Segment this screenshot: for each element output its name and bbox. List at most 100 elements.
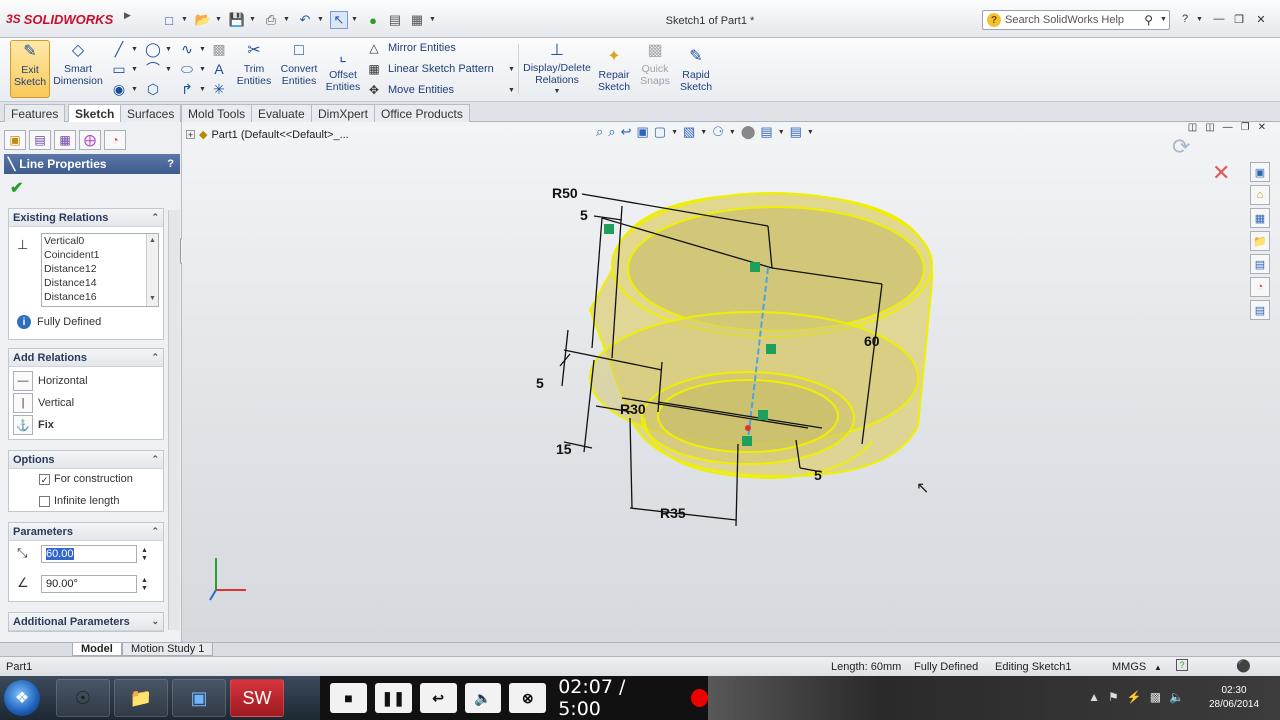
spline-dropdown-icon[interactable]: ▼ — [199, 46, 206, 53]
smart-dimension-button[interactable]: ◇ Smart Dimension — [52, 40, 104, 98]
print-dropdown-icon[interactable]: ▼ — [283, 16, 290, 23]
dim-r50[interactable]: R50 — [552, 185, 578, 201]
quick-snaps-button[interactable]: ▩ Quick Snaps — [636, 40, 674, 98]
for-construction-checkbox[interactable]: ✓ — [39, 473, 50, 485]
model-view[interactable]: R50 5 60 5 R30 15 5 R35 — [182, 122, 1280, 642]
ok-check-icon[interactable]: ✔ — [10, 178, 23, 198]
circle-icon[interactable]: ◯ — [142, 40, 164, 58]
close-icon[interactable]: ✕ — [1252, 11, 1270, 27]
mirror-entities-button[interactable]: △ Mirror Entities — [366, 38, 455, 58]
pause-button[interactable]: ❚❚ — [374, 683, 412, 713]
text-icon[interactable]: A — [208, 60, 230, 78]
menu-expand-icon[interactable]: ▶ — [124, 10, 134, 30]
options-header[interactable]: Options ⌃ — [9, 451, 163, 469]
infinite-length-option[interactable]: Infinite length — [39, 495, 119, 507]
vertical-marker[interactable] — [766, 344, 776, 354]
power-icon[interactable]: ⚡ — [1127, 690, 1142, 704]
add-vertical-relation[interactable]: | Vertical — [13, 393, 74, 413]
collapse-icon[interactable]: ⌃ — [151, 454, 159, 465]
offset-entities-button[interactable]: ⌞ Offset Entities — [322, 46, 364, 104]
line-icon[interactable]: ╱ — [108, 40, 130, 58]
add-fix-relation[interactable]: ⚓ Fix — [13, 415, 54, 435]
stop-button[interactable]: ■ — [330, 683, 367, 713]
angle-spinner[interactable]: ▲ ▼ — [141, 577, 148, 593]
polygon-icon[interactable]: ⬡ — [142, 80, 164, 98]
linear-sketch-pattern-button[interactable]: ▦ Linear Sketch Pattern — [366, 59, 493, 79]
angle-field[interactable]: 90.00° — [41, 575, 137, 593]
list-item[interactable]: Distance16 — [44, 290, 158, 304]
save-icon[interactable]: 💾 — [228, 11, 246, 29]
move-dropdown-icon[interactable]: ▼ — [508, 87, 515, 94]
line-dropdown-icon[interactable]: ▼ — [131, 46, 138, 53]
coincident-marker[interactable] — [750, 262, 760, 272]
circle-dropdown-icon[interactable]: ▼ — [165, 46, 172, 53]
expand-icon[interactable]: ⌄ — [151, 616, 159, 627]
pattern-dropdown-icon[interactable]: ▼ — [508, 66, 515, 73]
volume-button[interactable]: 🔈 — [464, 683, 502, 713]
length-spinner[interactable]: ▲ ▼ — [141, 547, 148, 563]
network-taskbar-icon[interactable]: ▣ — [172, 679, 226, 717]
rapid-sketch-button[interactable]: ✎ Rapid Sketch — [676, 46, 716, 104]
slot-dropdown-icon[interactable]: ▼ — [131, 86, 138, 93]
new-document-icon[interactable]: □ — [160, 11, 178, 29]
length-field[interactable]: 60.00 — [41, 545, 137, 563]
display-delete-relations-button[interactable]: ⊥ Display/Delete Relations ▼ — [522, 40, 592, 98]
graphics-area[interactable]: + ◆ Part1 (Default<<Default>_... ⌕ ⌕ ↩ ▣… — [182, 122, 1280, 642]
fillet-dropdown-icon[interactable]: ▼ — [199, 86, 206, 93]
infinite-length-checkbox[interactable] — [39, 495, 50, 507]
list-item[interactable]: Distance12 — [44, 262, 158, 276]
relations-dropdown-icon[interactable]: ▼ — [554, 86, 561, 98]
tab-evaluate[interactable]: Evaluate — [251, 104, 312, 122]
options-icon[interactable]: ▦ — [408, 11, 426, 29]
tab-surfaces[interactable]: Surfaces — [120, 104, 182, 122]
rebuild-traffic-light-icon[interactable]: ● — [364, 11, 382, 29]
volume-icon[interactable]: 🔈 — [1169, 690, 1184, 704]
slot-icon[interactable]: ◉ — [108, 80, 130, 98]
status-units[interactable]: MMGS — [1112, 661, 1146, 673]
dim-sixty[interactable]: 60 — [864, 333, 880, 349]
list-item[interactable]: Vertical0 — [44, 234, 158, 248]
collapse-icon[interactable]: ⌃ — [151, 352, 159, 363]
dim-five-top[interactable]: 5 — [580, 207, 588, 223]
display-manager-icon[interactable]: ◔ — [104, 130, 126, 150]
dim-five-right[interactable]: 5 — [814, 467, 822, 483]
chrome-taskbar-icon[interactable]: ☉ — [56, 679, 110, 717]
undo-icon[interactable]: ↶ — [296, 11, 314, 29]
select-dropdown-icon[interactable]: ▼ — [351, 16, 358, 23]
help-icon[interactable]: ? — [167, 158, 174, 170]
tab-dimxpert[interactable]: DimXpert — [311, 104, 376, 122]
move-entities-button[interactable]: ✥ Move Entities — [366, 80, 454, 100]
tab-office-products[interactable]: Office Products — [374, 104, 470, 122]
dimxpert-manager-icon[interactable]: ⨁ — [79, 130, 101, 150]
list-item[interactable]: Distance14 — [44, 276, 158, 290]
tab-sketch[interactable]: Sketch — [68, 104, 122, 123]
tab-model[interactable]: Model — [72, 643, 122, 656]
fillet-icon[interactable]: ↱ — [176, 80, 198, 98]
print-icon[interactable]: ⎙ — [262, 11, 280, 29]
help-dropdown-icon[interactable]: ▼ — [1196, 16, 1203, 23]
tag-icon[interactable]: ⚫ — [1236, 659, 1251, 673]
restore-icon[interactable]: ❐ — [1230, 11, 1248, 27]
existing-relations-list[interactable]: Vertical0 Coincident1 Distance12 Distanc… — [41, 233, 159, 307]
status-help-icon[interactable]: ? — [1176, 659, 1188, 671]
rectangle-icon[interactable]: ▭ — [108, 60, 130, 78]
help-icon[interactable]: ? — [1176, 11, 1194, 27]
dim-fifteen[interactable]: 15 — [556, 441, 572, 457]
open-dropdown-icon[interactable]: ▼ — [215, 16, 222, 23]
add-horizontal-relation[interactable]: — Horizontal — [13, 371, 88, 391]
record-indicator-icon[interactable] — [690, 689, 709, 707]
configuration-manager-icon[interactable]: ▦ — [54, 130, 76, 150]
existing-relations-header[interactable]: Existing Relations ⌃ — [9, 209, 163, 227]
coincident-marker[interactable] — [758, 410, 768, 420]
list-item[interactable]: Coincident1 — [44, 248, 158, 262]
search-dropdown-icon[interactable]: ▼ — [1160, 16, 1167, 23]
tab-mold-tools[interactable]: Mold Tools — [181, 104, 253, 122]
for-construction-option[interactable]: ✓ For construction — [39, 473, 133, 485]
action-center-icon[interactable]: ⚑ — [1108, 690, 1119, 704]
parameters-header[interactable]: Parameters ⌃ — [9, 523, 163, 541]
property-manager-icon[interactable]: ▤ — [29, 130, 51, 150]
tab-features[interactable]: Features — [4, 104, 66, 122]
solidworks-logo[interactable]: 3S SOLIDWORKS — [6, 8, 124, 30]
minimize-icon[interactable]: — — [1210, 11, 1228, 27]
collapse-icon[interactable]: ⌃ — [151, 526, 159, 537]
